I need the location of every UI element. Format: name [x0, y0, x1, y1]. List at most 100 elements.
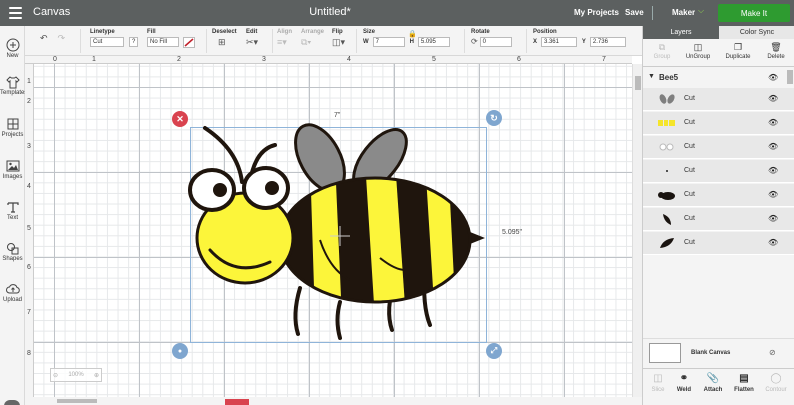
zoom-out-icon[interactable]: ⊝	[53, 372, 58, 379]
ruler-tick: 1	[92, 56, 96, 63]
bee-silhouette-thumbnail	[658, 192, 675, 200]
ruler-tick: 6	[517, 56, 521, 63]
shapes-tool[interactable]: Shapes	[0, 241, 25, 262]
flip-icon[interactable]: ◫▾	[332, 37, 345, 47]
bee-artwork[interactable]	[180, 120, 500, 345]
flatten-icon: ▤	[739, 373, 749, 384]
chevron-down-icon[interactable]: ⌵	[698, 6, 704, 16]
ungroup-button[interactable]: ◫ UnGroup	[679, 42, 717, 60]
rotate-input[interactable]: 0	[479, 37, 512, 47]
layer-operation: Cut	[684, 191, 695, 198]
group-icon: ⧉	[658, 42, 666, 52]
layer-row[interactable]: Cut 👁	[643, 208, 794, 231]
top-ruler: 0 1 2 3 4 5 6 7	[25, 56, 632, 64]
visibility-eye-icon[interactable]: 👁	[768, 142, 778, 151]
upload-tool[interactable]: Upload	[0, 282, 25, 303]
visibility-eye-icon[interactable]: 👁	[768, 118, 778, 127]
ruler-tick: 5	[432, 56, 436, 63]
images-tool[interactable]: Images	[0, 159, 25, 180]
rotate-handle[interactable]: ↻	[486, 110, 502, 126]
zoom-in-icon[interactable]: ⊕	[94, 372, 99, 379]
resize-arrows-icon: ⤢	[490, 346, 498, 355]
redo-icon[interactable]: ↷	[58, 33, 66, 43]
layer-row[interactable]: Cut 👁	[643, 136, 794, 159]
edit-scissors-icon[interactable]: ✂▾	[246, 37, 258, 47]
tab-color-sync[interactable]: Color Sync	[719, 26, 794, 39]
bee-eye-left[interactable]	[188, 168, 236, 212]
make-it-button[interactable]: Make It	[718, 4, 790, 22]
tab-layers[interactable]: Layers	[643, 26, 719, 39]
layer-row[interactable]: Cut 👁	[643, 184, 794, 207]
templates-tool[interactable]: Templates	[0, 75, 27, 96]
fill-select[interactable]: No Fill	[147, 37, 179, 47]
duplicate-button[interactable]: ❐ Duplicate	[719, 42, 757, 60]
fill-label: Fill	[147, 29, 156, 35]
text-tool[interactable]: Text	[0, 200, 25, 221]
text-icon	[6, 202, 19, 213]
visibility-eye-icon[interactable]: 👁	[768, 190, 778, 199]
arrange-icon[interactable]: ⧉▾	[301, 37, 311, 47]
save-link[interactable]: Save	[625, 8, 644, 17]
contour-label: Contour	[765, 387, 787, 393]
weld-button[interactable]: ⚭ Weld	[669, 373, 699, 393]
chat-bubble-icon[interactable]	[4, 400, 20, 405]
image-icon	[6, 160, 19, 172]
trash-icon: 🗑	[770, 42, 782, 52]
ungroup-label: UnGroup	[685, 54, 711, 60]
visibility-eye-icon[interactable]: 👁	[768, 166, 778, 175]
y-position-input[interactable]: 2.736	[589, 37, 626, 47]
contour-icon: ◯	[770, 373, 782, 384]
width-input[interactable]: 7	[372, 37, 405, 47]
resize-handle[interactable]: ⤢	[486, 343, 502, 359]
zoom-control: ⊝ 100% ⊕	[50, 368, 102, 382]
ruler-tick: 3	[262, 56, 266, 63]
color-swatch-icon[interactable]	[182, 37, 195, 48]
bee-leg[interactable]	[293, 286, 302, 336]
group-button[interactable]: ⧉ Group	[643, 42, 681, 60]
visibility-eye-icon[interactable]: 👁	[768, 94, 778, 103]
lock-aspect-icon[interactable]: 🔒	[408, 30, 417, 38]
x-position-input[interactable]: 3.361	[540, 37, 577, 47]
layer-row[interactable]: Cut 👁	[643, 112, 794, 135]
deselect-icon[interactable]: ⊞	[218, 37, 226, 47]
close-icon: ✕	[176, 113, 184, 124]
contour-button[interactable]: ◯ Contour	[761, 373, 791, 393]
linetype-select[interactable]: Cut	[90, 37, 124, 47]
attach-button[interactable]: 📎 Attach	[698, 373, 728, 393]
align-label: Align	[277, 29, 292, 35]
upload-cloud-icon	[5, 284, 20, 294]
images-label: Images	[2, 174, 23, 180]
machine-selector[interactable]: Maker	[672, 8, 695, 17]
projects-icon	[7, 118, 18, 130]
scrollbar-thumb[interactable]	[57, 399, 97, 403]
chevron-down-icon[interactable]: ▼	[648, 73, 655, 80]
align-icon[interactable]: ≡▾	[277, 37, 287, 47]
layer-row[interactable]: Cut 👁	[643, 232, 794, 255]
my-projects-link[interactable]: My Projects	[574, 8, 619, 17]
edit-label: Edit	[246, 29, 258, 35]
visibility-eye-icon[interactable]: 👁	[768, 238, 778, 247]
layer-group-bee5[interactable]: ▼ Bee5 👁	[643, 70, 794, 86]
visibility-eye-icon[interactable]: 👁	[768, 214, 778, 223]
bee-leg[interactable]	[335, 300, 342, 340]
undo-icon[interactable]: ↶	[40, 33, 48, 43]
scrollbar-thumb[interactable]	[635, 76, 641, 90]
layer-row[interactable]: Cut 👁	[643, 88, 794, 111]
canvas-color-swatch[interactable]	[649, 343, 681, 363]
width-dimension-label: 7"	[334, 112, 341, 119]
blank-canvas-row[interactable]: Blank Canvas ⊘	[643, 338, 794, 368]
lock-handle[interactable]: ●	[172, 343, 188, 359]
delete-button[interactable]: 🗑 Delete	[757, 42, 794, 60]
new-tool[interactable]: New	[0, 38, 25, 59]
delete-handle[interactable]: ✕	[172, 111, 188, 127]
vertical-scrollbar[interactable]	[632, 64, 642, 397]
horizontal-scrollbar[interactable]	[25, 397, 642, 405]
visibility-eye-icon[interactable]: 👁	[768, 73, 778, 82]
height-input[interactable]: 5.095	[417, 37, 450, 47]
linetype-help[interactable]: ?	[128, 37, 138, 47]
projects-label: Projects	[1, 132, 24, 138]
layer-row[interactable]: Cut 👁	[643, 160, 794, 183]
projects-tool[interactable]: Projects	[0, 117, 25, 138]
hidden-eye-icon[interactable]: ⊘	[769, 348, 776, 357]
flatten-button[interactable]: ▤ Flatten	[729, 373, 759, 393]
